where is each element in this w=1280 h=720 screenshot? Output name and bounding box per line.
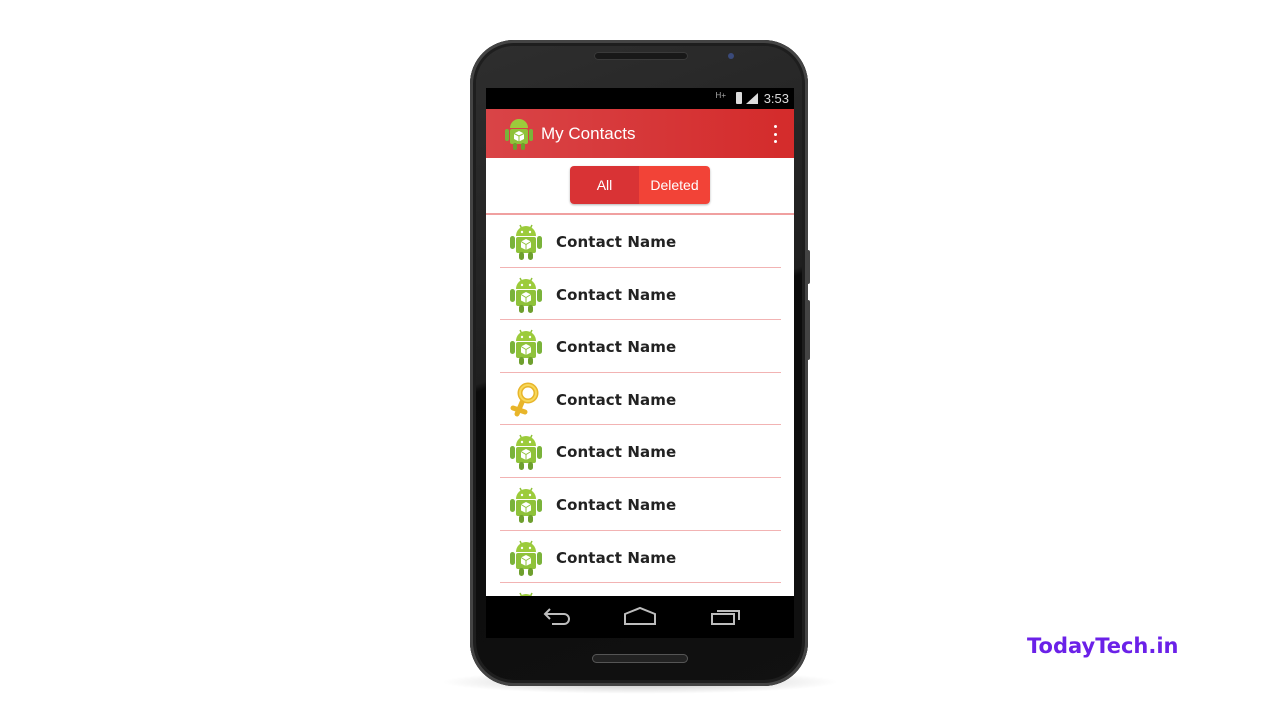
- home-icon[interactable]: [623, 606, 657, 628]
- filter-tabs: All Deleted: [570, 166, 710, 204]
- navigation-bar: [486, 596, 794, 638]
- earpiece-speaker: [594, 52, 688, 60]
- android-icon: [508, 486, 544, 524]
- volume-button[interactable]: [806, 250, 810, 284]
- contact-name: Contact Name: [556, 233, 677, 251]
- android-icon: [505, 119, 533, 150]
- contact-name: Contact Name: [556, 443, 677, 462]
- contact-name: Contact Name: [556, 390, 677, 409]
- status-bar: H+ 3:53: [486, 88, 794, 109]
- contacts-content: All Deleted Contact Name Contact Name Cont…: [486, 158, 794, 596]
- recents-icon[interactable]: [709, 606, 743, 628]
- female-symbol-icon: [508, 381, 544, 419]
- overflow-menu-icon[interactable]: [774, 125, 778, 143]
- contact-name: Contact Name: [556, 285, 677, 304]
- android-icon: [508, 433, 544, 471]
- contact-row[interactable]: Contact Name: [500, 373, 781, 426]
- contact-row[interactable]: Contact Name: [500, 425, 781, 478]
- contact-row[interactable]: Contact Name: [500, 478, 781, 531]
- contact-list[interactable]: Contact Name Contact Name Contact Name Cont…: [500, 215, 781, 596]
- tab-all[interactable]: All: [570, 166, 639, 204]
- phone-screen: H+ 3:53 My Contacts All Deleted Contact …: [486, 88, 794, 638]
- android-icon: [508, 223, 544, 261]
- android-icon: [508, 539, 544, 577]
- app-bar: My Contacts: [486, 109, 794, 158]
- battery-icon: [736, 92, 742, 104]
- signal-icon: [746, 93, 758, 104]
- contact-row[interactable]: Contact Name: [500, 531, 781, 584]
- tab-deleted[interactable]: Deleted: [639, 166, 710, 204]
- watermark: TodayTech.in: [1027, 634, 1179, 658]
- android-icon: [508, 328, 544, 366]
- contact-name: Contact Name: [556, 548, 677, 567]
- power-button[interactable]: [806, 300, 810, 360]
- status-time: 3:53: [763, 91, 789, 106]
- network-type-icon: H+: [715, 91, 726, 100]
- contact-name: Contact Name: [556, 338, 677, 357]
- contact-name: Contact Name: [556, 495, 677, 514]
- back-icon[interactable]: [538, 606, 572, 628]
- contact-row[interactable]: Contact Name: [500, 268, 781, 321]
- contact-row[interactable]: [500, 583, 781, 596]
- contact-row[interactable]: Contact Name: [500, 215, 781, 268]
- app-title: My Contacts: [541, 124, 636, 143]
- front-camera: [728, 53, 734, 59]
- android-icon: [508, 276, 544, 314]
- contact-row[interactable]: Contact Name: [500, 320, 781, 373]
- hardware-home-speaker: [592, 654, 688, 663]
